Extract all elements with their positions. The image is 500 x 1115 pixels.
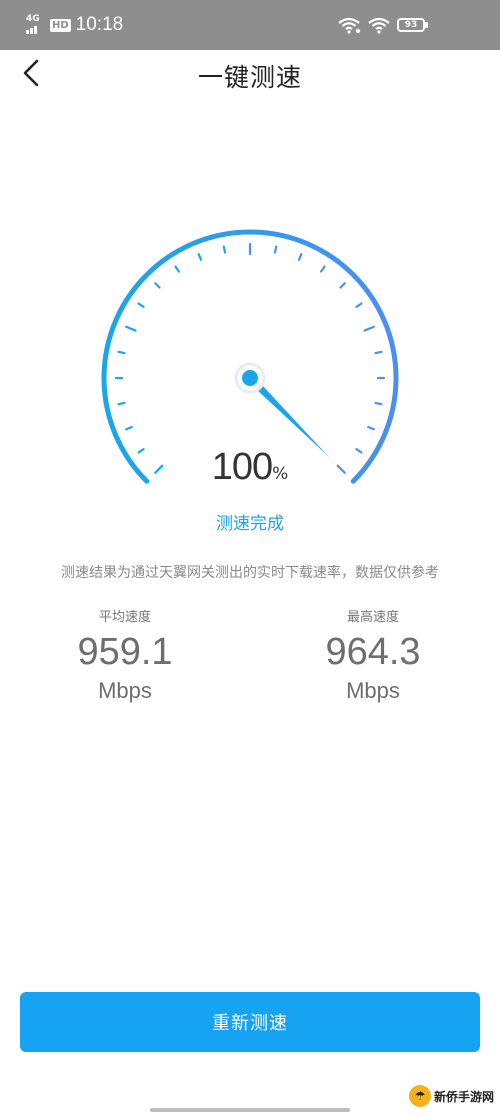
signal-icon: 4G [26,14,44,36]
status-time: 10:18 [75,14,124,35]
gauge-tick [137,302,145,308]
gauge-tick [355,302,363,308]
gauge-tick [154,282,161,289]
gauge-tick [320,265,326,273]
gauge-tick [273,245,278,254]
max-speed-stat: 最高速度 964.3 Mbps [273,606,473,704]
max-speed-label: 最高速度 [346,610,399,625]
average-speed-unit: Mbps [98,678,152,703]
progress-readout: 100% [0,446,500,489]
hd-icon: HD [50,18,71,32]
wifi-calling-icon [338,17,361,34]
battery-tip [425,22,428,28]
gauge-tick [222,245,227,254]
gauge-tick [117,401,126,406]
progress-value: 100 [211,446,273,488]
watermark-text: 新侨手游网 [433,1089,494,1104]
gauge-tick [367,425,375,431]
gauge-tick [297,253,303,261]
retest-button[interactable]: 重新测速 [20,992,480,1052]
wifi-icon [368,17,390,34]
progress-unit: % [272,464,289,484]
gauge-tick [374,350,383,355]
gauge-progress-arc [101,229,399,484]
gauge-tick [197,253,203,261]
average-speed-value: 959.1 [77,631,173,673]
gauge-tick [117,350,126,355]
average-speed-label: 平均速度 [98,610,151,625]
battery-icon: 93 [397,18,425,32]
battery-level: 93 [404,20,418,30]
network-type: 4G [26,14,40,24]
disclaimer-note: 测速结果为通过天翼网关测出的实时下载速率，数据仅供参考 [61,565,439,581]
gauge-tick [363,325,375,332]
average-speed-stat: 平均速度 959.1 Mbps [25,606,225,704]
test-status: 测速完成 [216,514,284,534]
gauge-tick [374,401,383,406]
status-bar: 4G HD 10:18 93 [0,0,500,50]
max-speed-value: 964.3 [325,631,421,673]
gauge-tick [125,325,137,332]
gauge-tick [339,282,346,289]
max-speed-unit: Mbps [346,678,400,703]
watermark: ☂ 新侨手游网 [408,1083,494,1109]
watermark-logo-icon: ☂ [408,1085,431,1107]
gauge-tick [125,425,133,431]
gauge-tick [174,265,180,273]
page-title: 一键测速 [197,63,302,92]
gauge-hub [242,370,258,386]
status-left: 4G HD 10:18 [26,12,123,38]
home-indicator[interactable] [150,1108,350,1112]
